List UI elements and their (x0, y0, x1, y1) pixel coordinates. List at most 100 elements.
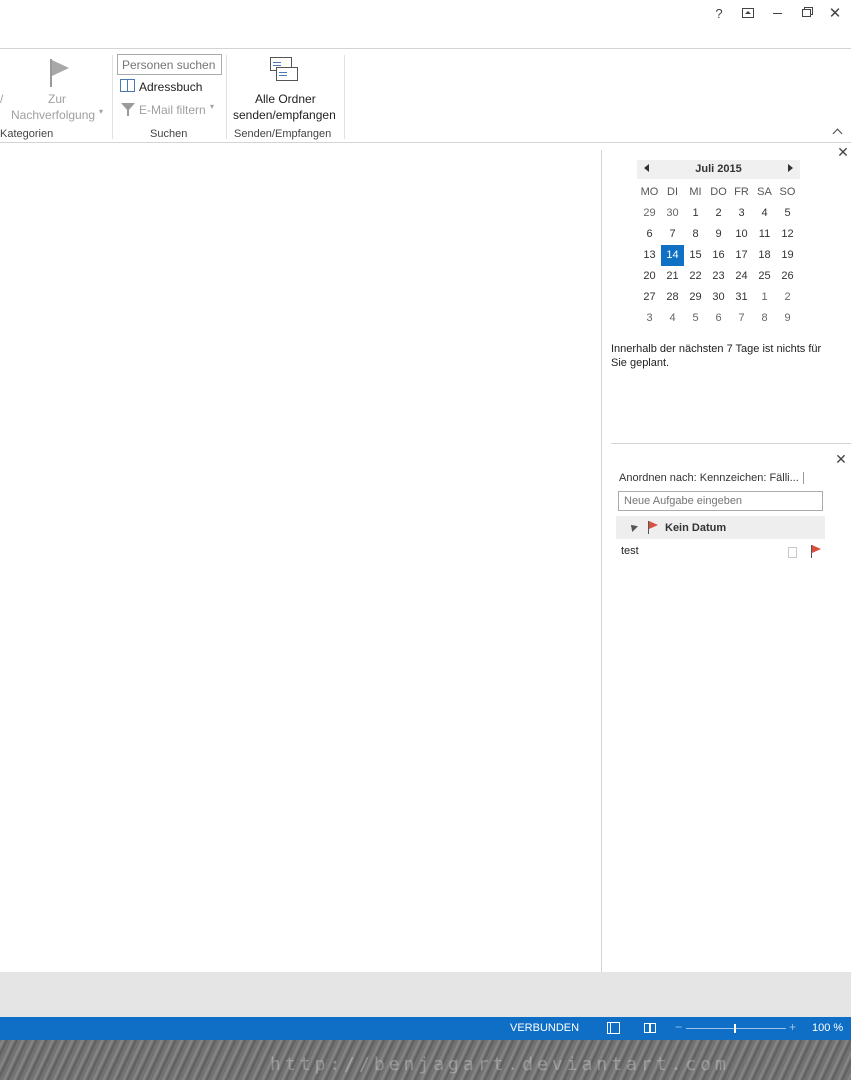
group-label-search: Suchen (150, 128, 188, 140)
task-complete-checkbox[interactable] (788, 547, 797, 558)
calendar-day[interactable]: 24 (730, 266, 753, 287)
calendar-day[interactable]: 21 (661, 266, 684, 287)
calendar-day[interactable]: 4 (661, 308, 684, 329)
close-calendar-peek-button[interactable]: ✕ (836, 145, 850, 159)
calendar-week-row: 3456789 (638, 308, 801, 329)
task-flag-icon[interactable] (811, 545, 821, 558)
calendar-day[interactable]: 6 (707, 308, 730, 329)
close-button[interactable]: ✕ (822, 2, 848, 24)
calendar-day[interactable]: 6 (638, 224, 661, 245)
task-sort-selector[interactable]: Anordnen nach: Kennzeichen: Fälli... (619, 472, 804, 485)
calendar-day[interactable]: 23 (707, 266, 730, 287)
calendar-weekday: SO (779, 186, 796, 198)
calendar-day[interactable]: 28 (661, 287, 684, 308)
collapse-ribbon-button[interactable] (832, 127, 843, 140)
calendar-day[interactable]: 10 (730, 224, 753, 245)
calendar-day[interactable]: 30 (707, 287, 730, 308)
calendar-day[interactable]: 17 (730, 245, 753, 266)
calendar-weekday: SA (757, 186, 772, 198)
title-bar: ? ✕ (0, 0, 851, 30)
new-task-input[interactable] (618, 491, 823, 511)
zoom-in-button[interactable]: + (789, 1020, 796, 1034)
calendar-day-today[interactable]: 14 (661, 245, 684, 266)
calendar-day[interactable]: 1 (684, 203, 707, 224)
collapse-triangle-icon[interactable] (628, 522, 638, 532)
watermark-text: http://benjagart.deviantart.com (270, 1054, 730, 1075)
pane-splitter[interactable] (601, 150, 602, 972)
send-receive-label-line1: Alle Ordner (255, 92, 316, 106)
calendar-weekday-row: MO DI MI DO FR SA SO (638, 182, 801, 203)
group-separator (226, 55, 227, 139)
zoom-level[interactable]: 100 % (812, 1022, 843, 1034)
group-separator (112, 55, 113, 139)
calendar-day[interactable]: 30 (661, 203, 684, 224)
partial-ribbon-label: / (0, 92, 4, 106)
calendar-day[interactable]: 26 (776, 266, 799, 287)
restore-button[interactable] (793, 2, 819, 24)
close-tasks-peek-button[interactable]: ✕ (834, 452, 848, 466)
calendar-day[interactable]: 18 (753, 245, 776, 266)
calendar-day[interactable]: 5 (684, 308, 707, 329)
reading-view-icon[interactable] (644, 1022, 657, 1034)
ribbon: / Zur Nachverfolgung ▾ Kategorien Adress… (0, 48, 851, 143)
calendar-day[interactable]: 2 (707, 203, 730, 224)
send-receive-all-button[interactable]: Alle Ordner senden/empfangen (230, 53, 340, 125)
group-label-categories: Kategorien (0, 128, 54, 140)
follow-up-button[interactable]: Zur Nachverfolgung ▾ (8, 91, 108, 123)
calendar-day[interactable]: 29 (638, 203, 661, 224)
calendar-day[interactable]: 3 (730, 203, 753, 224)
search-people-input[interactable] (117, 54, 222, 75)
outlook-window: ? ✕ / Zur Nachverfolgung ▾ Kategorien Ad… (0, 0, 851, 1080)
minimize-button[interactable] (764, 2, 790, 24)
calendar-day[interactable]: 19 (776, 245, 799, 266)
next-month-button[interactable] (788, 164, 793, 172)
connection-status: VERBUNDEN (510, 1022, 580, 1034)
calendar-day[interactable]: 16 (707, 245, 730, 266)
calendar-day[interactable]: 15 (684, 245, 707, 266)
calendar-day[interactable]: 8 (684, 224, 707, 245)
calendar-day[interactable]: 8 (753, 308, 776, 329)
calendar-day[interactable]: 4 (753, 203, 776, 224)
calendar-day[interactable]: 27 (638, 287, 661, 308)
chevron-up-icon (832, 128, 843, 139)
zoom-slider[interactable] (686, 1028, 786, 1029)
calendar-day[interactable]: 9 (776, 308, 799, 329)
zoom-out-button[interactable]: − (675, 1020, 682, 1034)
calendar-day[interactable]: 25 (753, 266, 776, 287)
follow-up-label-line2: Nachverfolgung (11, 108, 96, 122)
group-separator (344, 55, 345, 139)
ribbon-display-options-button[interactable] (735, 2, 761, 24)
calendar-day[interactable]: 20 (638, 266, 661, 287)
calendar-weekday: DO (710, 186, 727, 198)
task-name[interactable]: test (621, 545, 639, 557)
calendar-day[interactable]: 3 (638, 308, 661, 329)
calendar-day[interactable]: 13 (638, 245, 661, 266)
addressbook-button[interactable]: Adressbuch (118, 78, 208, 95)
status-bar: VERBUNDEN − + 100 % (0, 1017, 851, 1040)
group-label-send-receive: Senden/Empfangen (234, 128, 332, 140)
address-book-icon (120, 79, 135, 92)
normal-view-icon[interactable] (607, 1022, 620, 1034)
calendar-day[interactable]: 22 (684, 266, 707, 287)
help-button[interactable]: ? (706, 2, 732, 24)
calendar-weekday: MI (689, 186, 702, 198)
calendar-day[interactable]: 9 (707, 224, 730, 245)
calendar-week-row: 20 21 22 23 24 25 26 (638, 266, 801, 287)
calendar-day[interactable]: 7 (661, 224, 684, 245)
calendar-day[interactable]: 1 (753, 287, 776, 308)
follow-up-label-line1: Zur (48, 92, 66, 106)
calendar-day[interactable]: 7 (730, 308, 753, 329)
calendar-day[interactable]: 2 (776, 287, 799, 308)
calendar-day[interactable]: 12 (776, 224, 799, 245)
send-receive-label-line2: senden/empfangen (233, 108, 336, 122)
calendar-day[interactable]: 5 (776, 203, 799, 224)
calendar-day[interactable]: 31 (730, 287, 753, 308)
zoom-slider-thumb[interactable] (734, 1024, 736, 1033)
flag-icon (648, 521, 658, 534)
calendar-day[interactable]: 11 (753, 224, 776, 245)
calendar-grid: MO DI MI DO FR SA SO 29 30 1 2 3 4 5 6 7 8 9 10 11 12 13 14 15 1… (638, 182, 801, 329)
calendar-day[interactable]: 29 (684, 287, 707, 308)
calendar-weekday: FR (734, 186, 749, 198)
filter-email-button[interactable]: E-Mail filtern ▾ (118, 101, 218, 118)
task-group-header[interactable]: Kein Datum (616, 516, 825, 539)
